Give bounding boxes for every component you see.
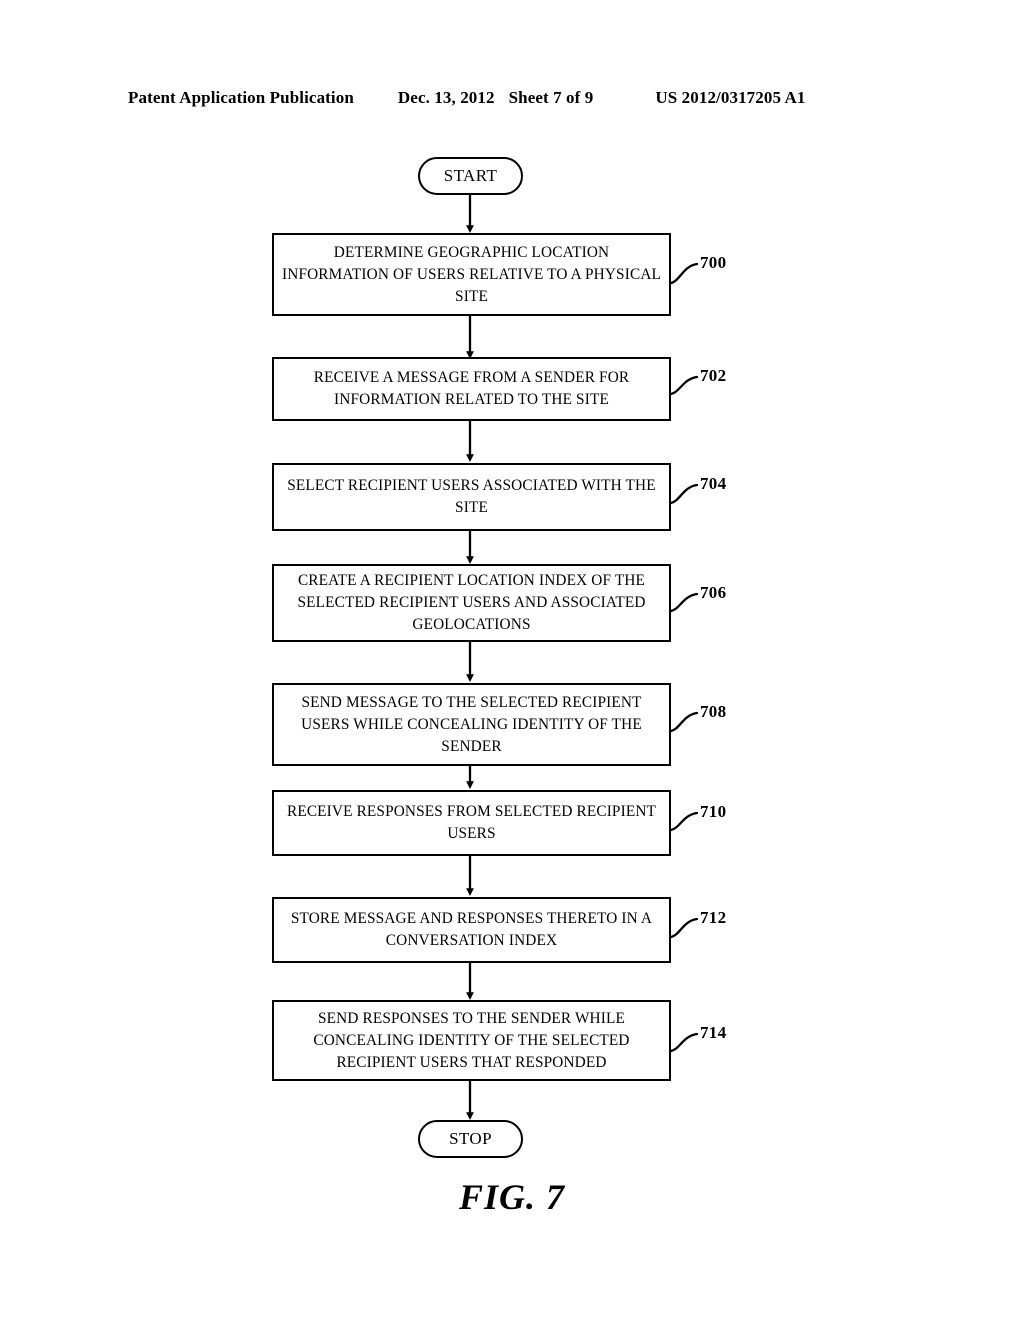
flowchart-step-714: SEND RESPONSES TO THE SENDER WHILE CONCE… (272, 1000, 671, 1081)
flowchart-step-704: SELECT RECIPIENT USERS ASSOCIATED WITH T… (272, 463, 671, 531)
leader-line-700 (669, 262, 699, 285)
flowchart-step-712: STORE MESSAGE AND RESPONSES THERETO IN A… (272, 897, 671, 963)
reference-numeral-712: 712 (700, 908, 727, 927)
step-706-text: CREATE A RECIPIENT LOCATION INDEX OF THE… (297, 572, 646, 633)
start-terminal-label: START (443, 166, 498, 185)
reference-numeral-702: 702 (700, 366, 727, 385)
leader-line-702 (669, 375, 699, 396)
step-704-text: SELECT RECIPIENT USERS ASSOCIATED WITH T… (287, 477, 656, 516)
step-700-text: DETERMINE GEOGRAPHIC LOCATION INFORMATIO… (282, 243, 662, 305)
step-712-text: STORE MESSAGE AND RESPONSES THERETO IN A… (290, 910, 653, 949)
flowchart-step-710: RECEIVE RESPONSES FROM SELECTED RECIPIEN… (272, 790, 671, 856)
figure-caption: FIG. 7 (458, 1177, 566, 1217)
flowchart-step-706: CREATE A RECIPIENT LOCATION INDEX OF THE… (272, 564, 671, 642)
step-710-text: RECEIVE RESPONSES FROM SELECTED RECIPIEN… (286, 803, 657, 842)
step-702-text: RECEIVE A MESSAGE FROM A SENDER FOR INFO… (313, 369, 630, 408)
flowchart-step-702: RECEIVE A MESSAGE FROM A SENDER FOR INFO… (272, 357, 671, 421)
leader-line-708 (669, 711, 699, 733)
reference-numeral-714: 714 (700, 1023, 727, 1042)
flowchart-step-708: SEND MESSAGE TO THE SELECTED RECIPIENT U… (272, 683, 671, 766)
reference-numeral-708: 708 (700, 702, 727, 721)
reference-numeral-706: 706 (700, 583, 727, 602)
leader-line-706 (669, 592, 699, 613)
leader-line-714 (669, 1032, 699, 1053)
reference-numeral-710: 710 (700, 802, 727, 821)
step-714-text: SEND RESPONSES TO THE SENDER WHILE CONCE… (313, 1009, 630, 1071)
reference-numeral-704: 704 (700, 474, 727, 493)
leader-line-712 (669, 917, 699, 939)
flowchart-stop-terminal: STOP (418, 1120, 523, 1158)
leader-line-704 (669, 483, 699, 505)
reference-numeral-700: 700 (700, 253, 727, 272)
flowchart-step-700: DETERMINE GEOGRAPHIC LOCATION INFORMATIO… (272, 233, 671, 316)
leader-line-710 (669, 811, 699, 832)
stop-terminal-label: STOP (449, 1129, 492, 1148)
flowchart-start-terminal: START (418, 157, 523, 195)
step-708-text: SEND MESSAGE TO THE SELECTED RECIPIENT U… (301, 693, 642, 755)
